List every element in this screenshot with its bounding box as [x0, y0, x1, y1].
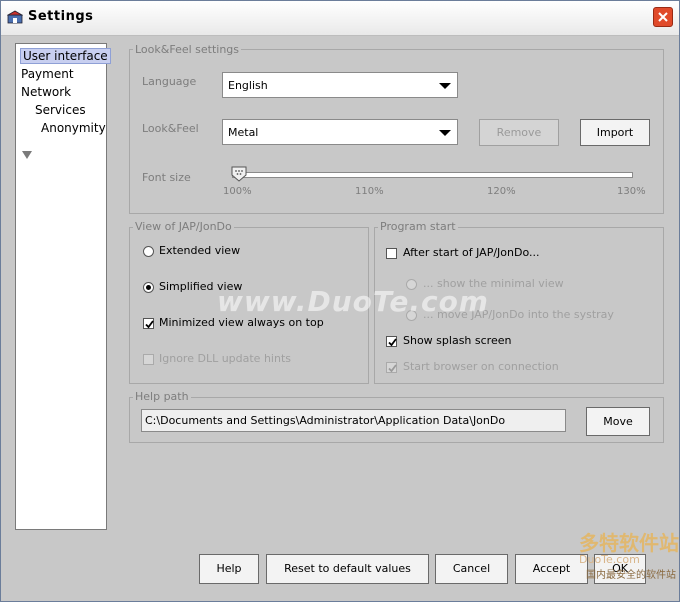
app-icon: [6, 10, 24, 24]
ignore-dll-checkbox[interactable]: [143, 354, 154, 365]
program-start-legend: Program start: [378, 220, 458, 233]
start-browser-label[interactable]: Start browser on connection: [403, 360, 559, 373]
dropdown-arrow-icon: [439, 130, 451, 136]
nav-item-services[interactable]: Services: [35, 103, 86, 117]
title-bar: Settings: [1, 1, 679, 36]
lookfeel-select[interactable]: Metal: [222, 119, 458, 145]
settings-window: Settings User interface Payment Network …: [0, 0, 680, 602]
fontsize-tick-100: 100%: [223, 186, 252, 197]
fontsize-slider-track[interactable]: [232, 172, 633, 178]
nav-item-payment[interactable]: Payment: [21, 67, 74, 81]
simplified-view-radio[interactable]: [143, 282, 154, 293]
help-button[interactable]: Help: [199, 554, 259, 584]
watermark-logo-tagline: 国内最安全的软件站: [586, 570, 676, 581]
nav-item-anonymity[interactable]: Anonymity: [41, 121, 106, 135]
move-button[interactable]: Move: [586, 407, 650, 436]
accept-button[interactable]: Accept: [515, 554, 588, 584]
language-value: English: [228, 79, 268, 92]
checkmark-icon: [388, 338, 397, 347]
help-path-field[interactable]: C:\Documents and Settings\Administrator\…: [141, 409, 566, 432]
dropdown-arrow-icon: [439, 83, 451, 89]
view-legend: View of JAP/JonDo: [133, 220, 234, 233]
checkmark-icon: [388, 364, 397, 373]
nav-item-network[interactable]: Network: [21, 85, 71, 99]
language-select[interactable]: English: [222, 72, 458, 98]
lookfeel-label: Look&Feel: [142, 122, 199, 135]
checkmark-icon: [145, 320, 154, 329]
cancel-button[interactable]: Cancel: [435, 554, 508, 584]
fontsize-tick-120: 120%: [487, 186, 516, 197]
remove-button[interactable]: Remove: [479, 119, 559, 146]
import-button[interactable]: Import: [580, 119, 650, 146]
fontsize-tick-110: 110%: [355, 186, 384, 197]
language-label: Language: [142, 75, 197, 88]
close-button[interactable]: [653, 7, 673, 27]
slider-thumb-icon: [231, 166, 247, 182]
fontsize-label: Font size: [142, 171, 191, 184]
ignore-dll-label[interactable]: Ignore DLL update hints: [159, 352, 291, 365]
reset-defaults-button[interactable]: Reset to default values: [266, 554, 429, 584]
expand-triangle-icon[interactable]: [22, 151, 32, 159]
minimized-on-top-checkbox[interactable]: [143, 318, 154, 329]
watermark-text: www.DuoTe.com: [217, 285, 489, 318]
extended-view-label[interactable]: Extended view: [159, 244, 240, 257]
watermark-logo-cn: 多特软件站: [579, 531, 679, 555]
window-title: Settings: [28, 9, 94, 24]
splash-screen-checkbox[interactable]: [386, 336, 397, 347]
settings-nav-tree: User interface Payment Network Services …: [15, 43, 111, 530]
fontsize-tick-130: 130%: [617, 186, 646, 197]
lookfeel-value: Metal: [228, 126, 259, 139]
watermark-logo-en: DuoTe.com: [579, 553, 640, 566]
start-browser-checkbox[interactable]: [386, 362, 397, 373]
fontsize-slider-knob[interactable]: [231, 166, 247, 185]
help-path-legend: Help path: [133, 390, 191, 403]
extended-view-radio[interactable]: [143, 246, 154, 257]
close-icon: [658, 12, 668, 22]
lookfeel-legend: Look&Feel settings: [133, 43, 242, 56]
after-start-label[interactable]: After start of JAP/JonDo...: [403, 246, 540, 259]
splash-screen-label[interactable]: Show splash screen: [403, 334, 511, 347]
after-start-checkbox[interactable]: [386, 248, 397, 259]
nav-item-user-interface[interactable]: User interface: [20, 48, 111, 64]
